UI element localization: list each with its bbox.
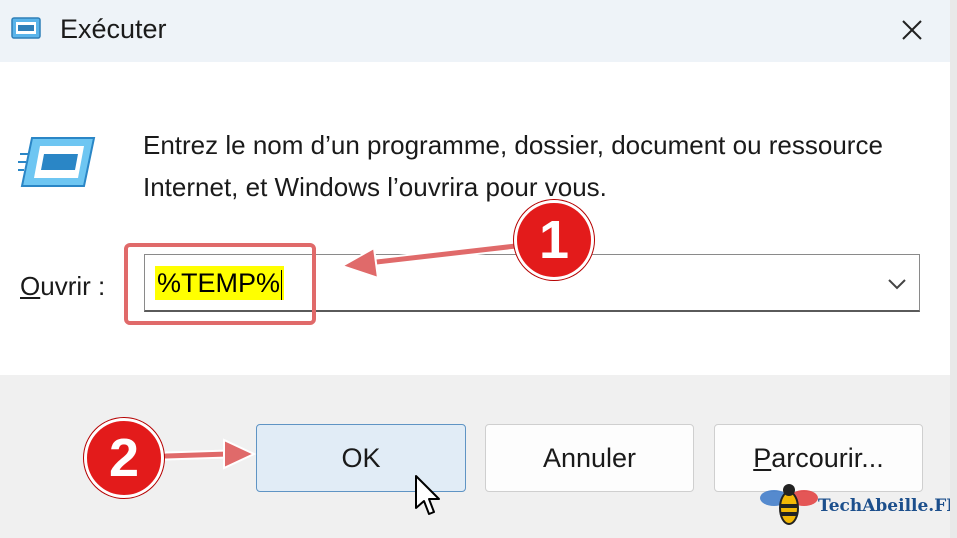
title-bar: Exécuter: [0, 0, 950, 62]
open-label-accelerator: O: [20, 271, 41, 301]
open-label-text: uvrir :: [40, 271, 106, 301]
window-title: Exécuter: [60, 14, 167, 44]
browse-label: arcourir...: [771, 442, 884, 473]
dialog-body: [0, 62, 950, 374]
chevron-down-icon[interactable]: [885, 271, 909, 295]
step-2-badge: 2: [84, 418, 164, 498]
cancel-button[interactable]: Annuler: [485, 424, 694, 492]
dialog-description: Entrez le nom d’un programme, dossier, d…: [143, 130, 883, 202]
input-highlight-box: [124, 243, 316, 325]
close-icon: [902, 20, 922, 40]
window-edge: [950, 0, 957, 538]
run-icon: [11, 17, 41, 39]
browse-accelerator: P: [753, 442, 772, 473]
step-1-badge: 1: [514, 200, 594, 280]
open-label: Ouvrir :: [20, 271, 105, 302]
run-dialog: Exécuter Entrez le nom d’un programme, d…: [0, 0, 957, 538]
mouse-cursor-icon: [415, 475, 440, 515]
watermark-text: TechAbeille.FR: [818, 496, 957, 516]
close-button[interactable]: [880, 0, 944, 60]
run-program-icon: [18, 137, 96, 187]
